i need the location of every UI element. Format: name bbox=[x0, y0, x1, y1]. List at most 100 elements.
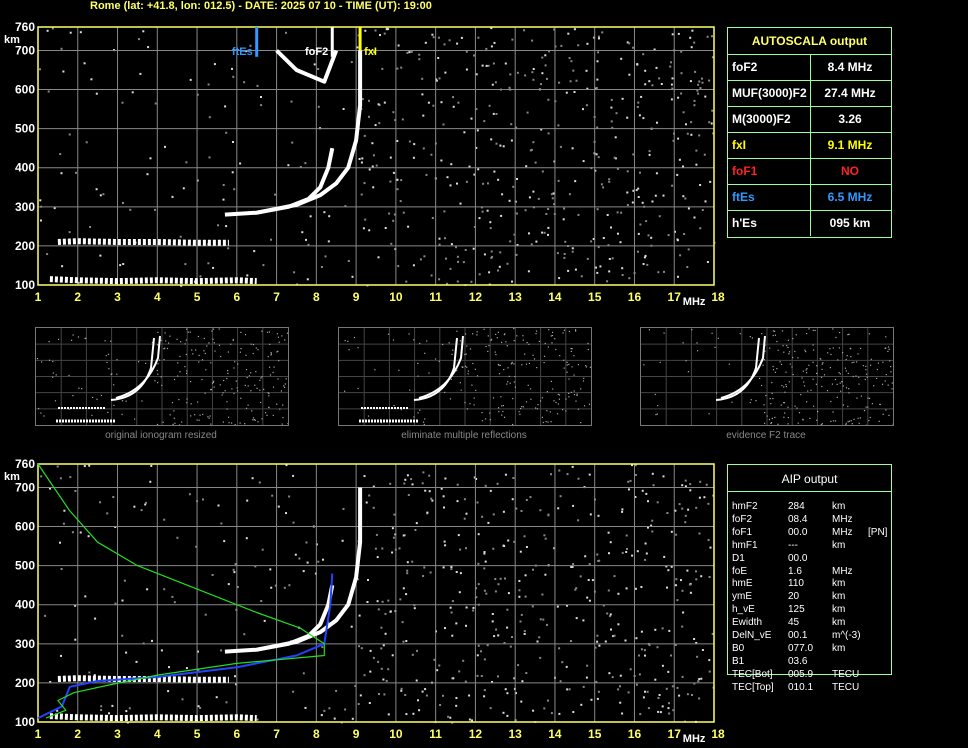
noise-dot bbox=[568, 688, 571, 691]
noise-dot bbox=[389, 610, 392, 613]
noise-dot bbox=[640, 586, 643, 588]
thumb-noise bbox=[864, 378, 866, 381]
thumb-noise bbox=[287, 423, 289, 425]
noise-dot bbox=[528, 232, 530, 235]
noise-dot bbox=[387, 668, 390, 671]
thumb-noise bbox=[245, 354, 247, 356]
thumb-noise bbox=[787, 406, 789, 408]
noise-dot bbox=[71, 531, 74, 534]
noise-dot bbox=[596, 208, 599, 211]
noise-dot bbox=[666, 512, 669, 514]
x-tick-label: 4 bbox=[154, 727, 161, 741]
noise-dot bbox=[458, 670, 461, 673]
noise-dot bbox=[607, 589, 610, 592]
thumb-noise bbox=[888, 414, 890, 416]
noise-dot bbox=[489, 227, 492, 230]
noise-dot bbox=[650, 236, 653, 239]
thumb-noise bbox=[845, 422, 847, 424]
noise-dot bbox=[639, 171, 641, 174]
thumb-noise bbox=[717, 337, 719, 339]
thumb-noise bbox=[751, 337, 753, 339]
thumb-noise bbox=[68, 374, 70, 377]
noise-dot bbox=[406, 561, 409, 564]
thumb-noise bbox=[469, 403, 471, 405]
thumb-noise bbox=[557, 393, 559, 395]
noise-dot bbox=[606, 280, 609, 283]
noise-dot bbox=[571, 465, 574, 468]
thumb-noise bbox=[856, 361, 858, 363]
thumb-noise bbox=[885, 336, 887, 338]
noise-dot bbox=[291, 141, 294, 144]
thumb-noise bbox=[423, 423, 425, 426]
noise-dot bbox=[285, 512, 287, 515]
noise-dot bbox=[185, 667, 188, 670]
noise-dot bbox=[377, 256, 380, 259]
aip-row: TEC[Top] 010.1 TECU bbox=[732, 681, 892, 694]
thumb-noise bbox=[514, 386, 516, 388]
noise-dot bbox=[391, 527, 394, 530]
noise-dot bbox=[532, 78, 535, 81]
thumb-noise bbox=[145, 362, 147, 364]
aip-value: 005.9 bbox=[788, 668, 814, 680]
thumb-noise bbox=[236, 387, 238, 389]
thumb-noise bbox=[800, 394, 802, 396]
thumb-noise bbox=[357, 387, 359, 390]
thumb-noise bbox=[749, 336, 751, 338]
thumb-noise bbox=[772, 398, 774, 400]
noise-dot bbox=[382, 678, 385, 681]
thumb-noise bbox=[178, 399, 180, 401]
noise-dot bbox=[572, 69, 575, 72]
noise-dot bbox=[463, 498, 466, 501]
thumb-noise bbox=[498, 407, 500, 409]
thumb-noise bbox=[816, 365, 818, 367]
thumb-noise bbox=[839, 382, 841, 384]
noise-dot bbox=[523, 633, 526, 635]
noise-dot bbox=[628, 73, 631, 76]
noise-dot bbox=[519, 550, 522, 553]
thumb-noise bbox=[210, 388, 213, 391]
noise-dot bbox=[559, 495, 562, 498]
aip-row: D1 00.0 bbox=[732, 552, 892, 565]
thumb-noise bbox=[276, 351, 278, 353]
noise-dot bbox=[452, 96, 454, 99]
thumb-noise bbox=[467, 373, 469, 375]
y-tick-label: 600 bbox=[15, 520, 35, 534]
noise-dot bbox=[539, 618, 542, 621]
thumb-noise bbox=[239, 351, 241, 353]
noise-dot bbox=[490, 138, 493, 141]
x-tick-label: 11 bbox=[429, 727, 442, 741]
marker-label: ftEs bbox=[232, 46, 253, 58]
y-tick-label: 760 bbox=[15, 20, 35, 34]
noise-dot bbox=[431, 33, 434, 36]
noise-dot bbox=[563, 253, 566, 255]
thumb-noise bbox=[218, 344, 221, 346]
thumb-noise bbox=[487, 335, 489, 337]
noise-dot bbox=[232, 568, 235, 571]
thumb-noise bbox=[535, 333, 537, 335]
noise-dot bbox=[641, 489, 644, 492]
thumb-noise bbox=[419, 409, 421, 411]
x-tick-label: 3 bbox=[114, 727, 121, 741]
noise-dot bbox=[520, 700, 523, 703]
thumb-noise bbox=[408, 333, 410, 335]
noise-dot bbox=[368, 99, 370, 102]
noise-dot bbox=[483, 253, 486, 256]
noise-dot bbox=[546, 623, 548, 626]
noise-dot bbox=[652, 484, 655, 487]
noise-dot bbox=[99, 254, 102, 257]
noise-dot bbox=[452, 105, 455, 108]
thumb-noise bbox=[803, 381, 805, 383]
thumb-noise bbox=[768, 418, 771, 421]
noise-dot bbox=[499, 144, 502, 147]
autoscala-value: 3.26 bbox=[838, 112, 862, 126]
thumb-noise bbox=[792, 356, 794, 359]
noise-dot bbox=[442, 123, 445, 126]
aip-unit: km bbox=[832, 501, 846, 512]
thumb-noise bbox=[859, 417, 861, 419]
noise-dot bbox=[662, 194, 665, 197]
noise-dot bbox=[504, 473, 507, 476]
thumb-noise bbox=[521, 364, 523, 366]
noise-dot bbox=[519, 620, 522, 623]
thumb-noise bbox=[210, 423, 212, 425]
thumb-noise bbox=[184, 366, 186, 368]
